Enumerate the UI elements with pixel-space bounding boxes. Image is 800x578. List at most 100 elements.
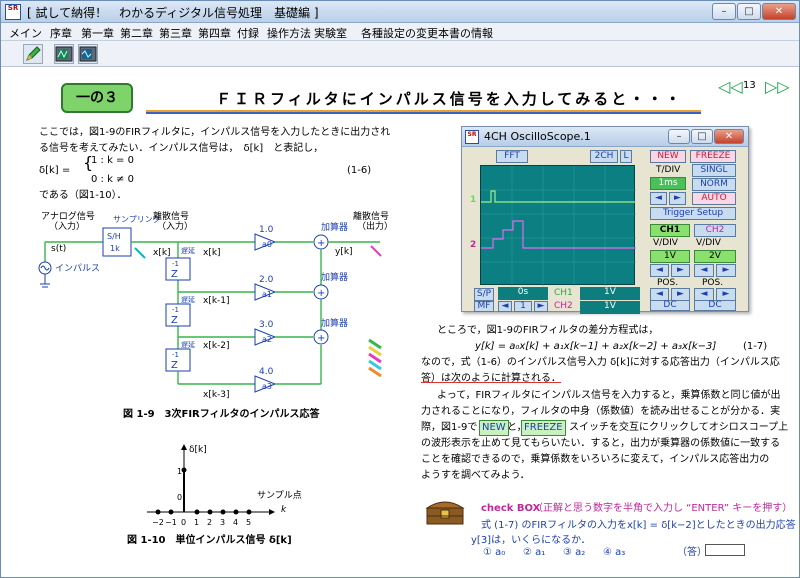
answer-input[interactable] xyxy=(705,544,745,556)
right-line-8: ことを確認できるので，乗算係数をいろいろに変えて，インパルス応答出力の xyxy=(421,454,770,465)
freeze-button[interactable]: FREEZE xyxy=(690,150,736,163)
scope-tool-2-button[interactable] xyxy=(78,44,98,64)
discrete-in-label: 離散信号 xyxy=(153,210,189,222)
page-title: ＦＩＲフィルタにインパルス信号を入力してみると・・・ xyxy=(216,90,684,108)
svg-text:4: 4 xyxy=(233,518,238,527)
impulse-label: インパルス xyxy=(55,263,100,274)
freeze-inline-button[interactable]: FREEZE xyxy=(521,420,566,436)
menu-prologue[interactable]: 序章 xyxy=(50,25,72,41)
vdiv-label-1: V/DIV xyxy=(653,238,678,248)
adder-label-1: 加算器 xyxy=(321,221,348,233)
ch2-tab[interactable]: CH2 xyxy=(694,224,736,237)
scope-close-button[interactable]: ✕ xyxy=(714,129,744,144)
discrete-in-sub: （入力） xyxy=(157,220,193,232)
2ch-button[interactable]: 2CH xyxy=(590,150,618,163)
menu-lab[interactable]: 実験室 xyxy=(314,25,347,41)
scope-screen xyxy=(480,165,636,286)
option-3: ③ a₂ xyxy=(563,547,586,558)
new-inline-button[interactable]: NEW xyxy=(479,420,509,436)
maximize-button[interactable]: □ xyxy=(737,3,761,20)
minimize-button[interactable]: – xyxy=(712,3,736,20)
discrete-out-label: 離散信号 xyxy=(353,210,389,222)
menu-chapter1[interactable]: 第一章 xyxy=(81,25,114,41)
svg-text:1.0: 1.0 xyxy=(259,225,274,235)
toolbar xyxy=(1,41,799,67)
menu-chapter4[interactable]: 第四章 xyxy=(198,25,231,41)
prev-page-button[interactable]: ◁◁ xyxy=(718,77,743,96)
menu-operation[interactable]: 操作方法 xyxy=(267,25,311,41)
probe-color-icons[interactable] xyxy=(368,338,382,378)
intro-end: である（図1-10）． xyxy=(39,190,127,201)
output-probe-icon[interactable] xyxy=(370,245,382,257)
mf-button[interactable]: MF xyxy=(474,301,494,312)
svg-text:-1: -1 xyxy=(172,306,179,314)
menu-appendix[interactable]: 付録 xyxy=(237,25,259,41)
option-4: ④ a₃ xyxy=(603,547,626,558)
pos-label-2: POS. xyxy=(702,278,724,288)
new-button[interactable]: NEW xyxy=(650,150,686,163)
svg-text:−2: −2 xyxy=(152,518,164,527)
sp-button[interactable]: S/P xyxy=(474,288,494,301)
figure-1-9-caption: 図 1-9 3次FIRフィルタのインパルス応答 xyxy=(123,409,320,420)
ch2-vdiv-down[interactable]: ◄ xyxy=(694,264,714,277)
ch1-tab[interactable]: CH1 xyxy=(650,224,690,237)
vdiv-label-2: V/DIV xyxy=(696,238,721,248)
probe-icon[interactable] xyxy=(134,247,146,259)
ch2-vdiv-value: 2V xyxy=(694,250,736,263)
pencil-icon xyxy=(26,46,41,61)
right-line-6c: スイッチを交互にクリックしてオシロスコープ上 xyxy=(569,422,789,433)
menu-main[interactable]: メイン xyxy=(9,25,42,41)
norm-button[interactable]: NORM xyxy=(692,178,736,191)
scope-maximize-button[interactable]: □ xyxy=(691,129,713,144)
svg-text:+: + xyxy=(317,288,325,299)
xk3-label: x[k-3] xyxy=(203,390,230,400)
calc-link[interactable]: 答）は次のように計算される． xyxy=(421,372,561,386)
question-line-1: 式 (1-7) のFIRフィルタの入力をx[k] = δ[k−2]としたときの出… xyxy=(481,520,796,531)
svg-text:1k: 1k xyxy=(110,244,120,253)
discrete-out-sub: （出力） xyxy=(357,220,393,232)
tdiv-up-button[interactable]: ► xyxy=(669,192,686,205)
scope-title-bar[interactable]: SR 4CH OscilloScope.1 – □ ✕ xyxy=(462,127,748,147)
scope-2-icon xyxy=(79,46,97,62)
close-button[interactable]: ✕ xyxy=(762,3,796,20)
menu-chapter2[interactable]: 第二章 xyxy=(120,25,153,41)
ch2-dc-button[interactable]: DC xyxy=(694,300,736,311)
impulse-stem-plot: δ[k] サンプル点 k 1 0 −2 −1 0 1 2 3 4 5 xyxy=(147,444,302,527)
right-line-9: ようすを調べてみよう． xyxy=(421,470,530,481)
oscilloscope-window[interactable]: SR 4CH OscilloScope.1 – □ ✕ FFT 2CH L 1 … xyxy=(461,126,749,314)
ch2-trace xyxy=(481,220,636,249)
ch1-dc-button[interactable]: DC xyxy=(650,300,690,311)
singl-button[interactable]: SINGL xyxy=(692,164,736,177)
time-offset-up[interactable]: ► xyxy=(534,301,548,312)
stem-xlabel: サンプル点 xyxy=(257,490,302,501)
scope-minimize-button[interactable]: – xyxy=(668,129,690,144)
right-line-5: 力されることになり，フィルタの中身（係数値）を読み出せることが分かる．実 xyxy=(421,406,781,417)
next-page-button[interactable]: ▷▷ xyxy=(765,77,790,96)
menu-chapter3[interactable]: 第三章 xyxy=(159,25,192,41)
auto-button[interactable]: AUTO xyxy=(692,192,736,205)
svg-text:0: 0 xyxy=(177,493,182,502)
ch1-vdiv-down[interactable]: ◄ xyxy=(650,264,669,277)
time-offset-down[interactable]: ◄ xyxy=(498,301,512,312)
treasure-chest-icon xyxy=(425,501,465,525)
pencil-tool-button[interactable] xyxy=(23,44,43,64)
svg-text:S/H: S/H xyxy=(107,232,121,241)
time-offset-step[interactable]: 1 xyxy=(514,301,532,312)
tdiv-down-button[interactable]: ◄ xyxy=(650,192,667,205)
stem-point-m2 xyxy=(155,509,161,515)
ch2-vdiv-up[interactable]: ► xyxy=(716,264,736,277)
menu-settings[interactable]: 各種設定の変更 xyxy=(361,25,438,41)
right-line-7: の波形表示を止めて見てもらいたい．すると，出力が乗算器の係数値に一致する xyxy=(421,438,781,449)
eq-case-1: 1 : k = 0 xyxy=(91,155,134,166)
menu-about[interactable]: 本書の情報 xyxy=(438,25,493,41)
ch1-vdiv-up[interactable]: ► xyxy=(671,264,690,277)
svg-text:遅延: 遅延 xyxy=(181,295,195,304)
svg-text:a1: a1 xyxy=(262,290,272,299)
l-button[interactable]: L xyxy=(620,150,632,163)
fft-button[interactable]: FFT xyxy=(496,150,528,163)
svg-text:1: 1 xyxy=(194,518,199,527)
trigger-setup-button[interactable]: Trigger Setup xyxy=(650,207,736,220)
main-window: SR [ 試して納得！ わかるディジタル信号処理 基礎編 ] – □ ✕ メイン… xyxy=(0,0,800,578)
fir-filter-diagram: アナログ信号 （入力） サンプリング 離散信号 （入力） 加算器 離散信号 （出… xyxy=(38,210,393,400)
scope-tool-1-button[interactable] xyxy=(54,44,74,64)
